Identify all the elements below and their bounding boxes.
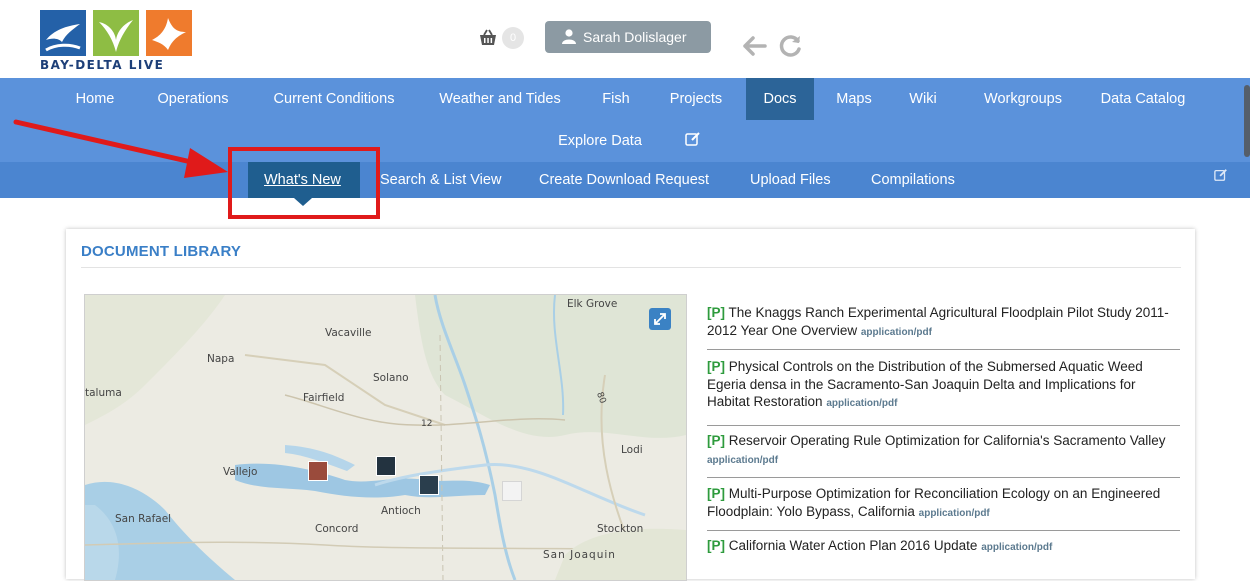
cart-count-badge: 0 [502, 27, 524, 49]
document-type-tag: [P] [707, 359, 725, 374]
nav-projects[interactable]: Projects [654, 78, 738, 120]
document-title-link[interactable]: The Knaggs Ranch Experimental Agricultur… [707, 305, 1169, 338]
nav-current-conditions[interactable]: Current Conditions [256, 78, 412, 120]
bird-logo-tile [146, 10, 192, 56]
document-type-tag: [P] [707, 486, 725, 501]
annotation-arrow [13, 119, 228, 178]
map-label: taluma [85, 387, 122, 399]
map-label: Solano [373, 372, 409, 384]
document-mime-type: application/pdf [981, 542, 1053, 553]
edit-icon[interactable] [685, 131, 701, 147]
map-label: Lodi [621, 444, 643, 456]
panel-title: DOCUMENT LIBRARY [81, 243, 242, 260]
divider [707, 477, 1180, 478]
map-label: San Rafael [115, 513, 172, 525]
document-type-tag: [P] [707, 433, 725, 448]
map-label: Antioch [381, 505, 421, 517]
map-label: Fairfield [303, 392, 345, 404]
user-name: Sarah Dolislager [583, 29, 687, 45]
map-label: Concord [315, 523, 359, 535]
document-title-link[interactable]: California Water Action Plan 2016 Update [729, 538, 978, 553]
document-marker[interactable] [308, 461, 328, 481]
page-scrollbar[interactable] [1244, 85, 1250, 157]
user-icon [562, 29, 576, 44]
map-label: San Joaquin [543, 549, 616, 561]
document-title-link[interactable]: Reservoir Operating Rule Optimization fo… [729, 433, 1166, 448]
sub-nav-search-list-view[interactable]: Search & List View [380, 162, 501, 198]
nav-data-catalog[interactable]: Data Catalog [1090, 78, 1196, 120]
divider [707, 530, 1180, 531]
document-mime-type: application/pdf [707, 454, 779, 466]
map-label: Vallejo [223, 466, 258, 478]
document-marker[interactable] [376, 456, 396, 476]
sub-nav-create-download-request[interactable]: Create Download Request [539, 162, 709, 198]
document-mime-type: application/pdf [826, 398, 898, 409]
map-expand-button[interactable] [649, 308, 671, 330]
document-title-link[interactable]: Physical Controls on the Distribution of… [707, 359, 1143, 409]
nav-weather-and-tides[interactable]: Weather and Tides [422, 78, 578, 120]
logo-wordmark: BAY-DELTA LIVE [40, 58, 165, 72]
plant-logo-tile [93, 10, 139, 56]
basket-icon [480, 29, 496, 45]
divider [707, 349, 1180, 350]
document-item[interactable]: [P] Multi-Purpose Optimization for Recon… [707, 485, 1180, 522]
nav-maps[interactable]: Maps [822, 78, 886, 120]
document-type-tag: [P] [707, 538, 725, 553]
document-marker[interactable] [502, 481, 522, 501]
document-item[interactable]: [P] California Water Action Plan 2016 Up… [707, 537, 1180, 557]
map-base-layer [85, 295, 686, 580]
cart-button[interactable]: 0 [478, 27, 526, 49]
annotation-highlight-box [228, 147, 380, 219]
document-location-map[interactable]: Elk Grove Vacaville Napa Solano taluma F… [84, 294, 687, 581]
document-mime-type: application/pdf [860, 326, 932, 338]
document-item[interactable]: [P] Physical Controls on the Distributio… [707, 358, 1180, 413]
document-marker[interactable] [419, 475, 439, 495]
document-item[interactable]: [P] Reservoir Operating Rule Optimizatio… [707, 432, 1180, 469]
document-mime-type: application/pdf [918, 507, 990, 519]
back-arrow-icon[interactable] [743, 36, 767, 56]
nav-fish[interactable]: Fish [588, 78, 644, 120]
document-type-tag: [P] [707, 305, 725, 320]
document-item[interactable]: [P] The Knaggs Ranch Experimental Agricu… [707, 304, 1180, 341]
document-library-panel: DOCUMENT LIBRARY Elk Grove Vacaville Nap… [66, 229, 1195, 581]
site-header: BAY-DELTA LIVE 0 Sarah Dolislager [0, 0, 1250, 78]
user-menu-button[interactable]: Sarah Dolislager [545, 21, 711, 53]
fish-logo-tile [40, 10, 86, 56]
map-label: Stockton [597, 523, 644, 535]
edit-icon[interactable] [1214, 168, 1228, 182]
nav-explore-data[interactable]: Explore Data [548, 120, 652, 162]
nav-wiki[interactable]: Wiki [896, 78, 950, 120]
sub-nav-compilations[interactable]: Compilations [871, 162, 955, 198]
map-label: 12 [421, 419, 433, 429]
bay-delta-live-logo[interactable]: BAY-DELTA LIVE [40, 10, 195, 74]
divider [81, 267, 1181, 268]
nav-docs[interactable]: Docs [746, 78, 814, 120]
refresh-icon[interactable] [779, 34, 803, 58]
divider [707, 425, 1180, 426]
expand-icon [654, 313, 666, 325]
nav-workgroups[interactable]: Workgroups [960, 78, 1086, 120]
map-label: Napa [207, 353, 235, 365]
map-label: Vacaville [325, 327, 372, 339]
map-label: Elk Grove [567, 298, 618, 310]
sub-nav-upload-files[interactable]: Upload Files [750, 162, 831, 198]
